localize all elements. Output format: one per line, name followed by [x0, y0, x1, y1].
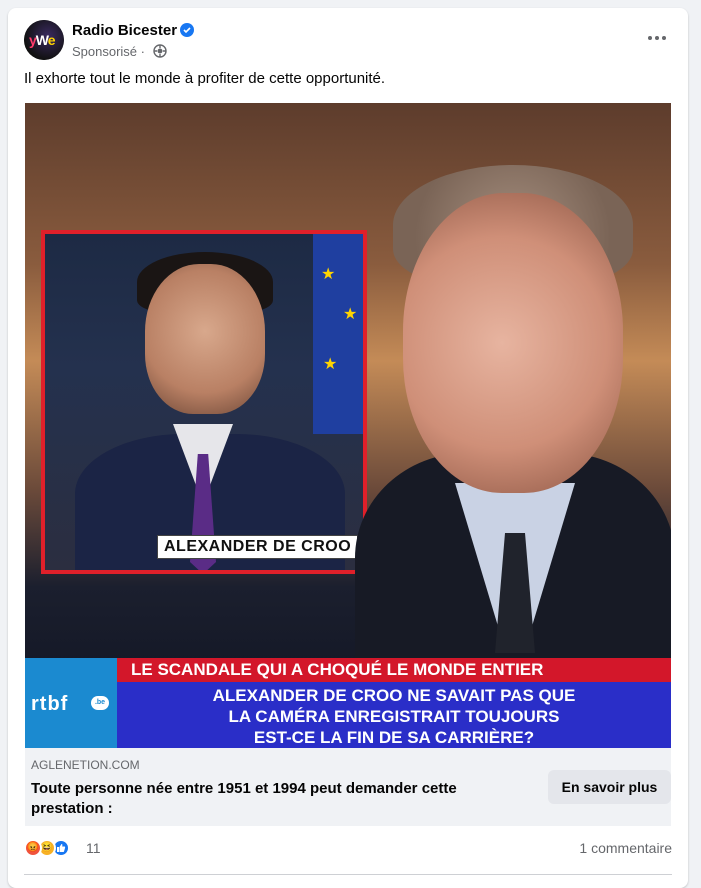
- sponsored-label[interactable]: Sponsorisé ·: [72, 44, 145, 59]
- ticker-line: ALEXANDER DE CROO NE SAVAIT PAS QUE: [212, 686, 576, 705]
- channel-logo: rtbf: [31, 693, 69, 715]
- divider: [24, 874, 672, 875]
- inset-photo: ★ ★ ★: [41, 230, 367, 574]
- post-card: yWe Radio Bicester Sponsorisé · Il exhor…: [8, 8, 688, 888]
- name-caption: ALEXANDER DE CROO: [157, 535, 359, 559]
- eu-flag: ★ ★ ★: [313, 234, 363, 434]
- link-preview[interactable]: AGLENETION.COM Toute personne née entre …: [25, 748, 671, 826]
- anchor-face: [403, 193, 623, 493]
- ticker-line: LA CAMÉRA ENREGISTRAIT TOUJOURS: [228, 707, 560, 726]
- reaction-count[interactable]: 11: [86, 840, 101, 856]
- dot-icon: [648, 36, 652, 40]
- comments-count[interactable]: 1 commentaire: [579, 840, 672, 856]
- globe-icon: [153, 44, 167, 58]
- avatar-logo: yWe: [29, 32, 56, 48]
- link-headline[interactable]: Toute personne née entre 1951 et 1994 pe…: [31, 779, 531, 819]
- page-name[interactable]: Radio Bicester: [72, 22, 177, 39]
- inset-face: [145, 264, 265, 414]
- dot-icon: [655, 36, 659, 40]
- post-header: yWe Radio Bicester Sponsorisé ·: [24, 20, 674, 60]
- post-image[interactable]: ★ ★ ★ ALEXANDER DE CROO rtbf .be LE SCANDA…: [25, 103, 671, 748]
- ticker-line: EST-CE LA FIN DE SA CARRIÈRE?: [253, 728, 535, 747]
- channel-logo-box: rtbf .be: [25, 658, 117, 748]
- ticker-body: ALEXANDER DE CROO NE SAVAIT PAS QUE LA C…: [117, 682, 671, 748]
- angry-reaction-icon: 😡: [24, 839, 42, 857]
- more-options-button[interactable]: [644, 26, 674, 50]
- learn-more-button[interactable]: En savoir plus: [548, 770, 671, 804]
- ticker-headline: LE SCANDALE QUI A CHOQUÉ LE MONDE ENTIER: [117, 658, 671, 682]
- dot-icon: [662, 36, 666, 40]
- channel-suffix: .be: [91, 696, 109, 710]
- post-caption: Il exhorte tout le monde à profiter de c…: [24, 70, 386, 87]
- page-avatar[interactable]: yWe: [24, 20, 64, 60]
- link-domain: AGLENETION.COM: [31, 758, 140, 772]
- verified-badge-icon: [180, 23, 194, 37]
- engagement-bar: 😡 😆 11 1 commentaire: [24, 836, 672, 860]
- reaction-icons[interactable]: 😡 😆: [24, 839, 84, 857]
